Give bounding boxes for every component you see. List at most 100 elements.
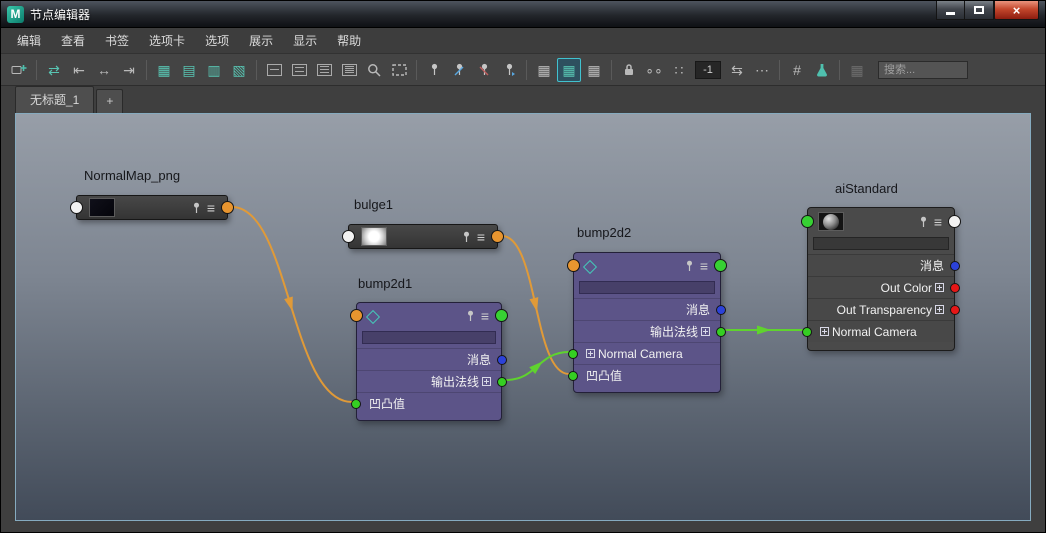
- expand-icon[interactable]: [701, 327, 710, 336]
- attr-row-bump-value[interactable]: 凹凸值: [351, 392, 501, 414]
- expand-icon[interactable]: [935, 283, 944, 292]
- pin-keep-icon[interactable]: [447, 58, 471, 82]
- normal-camera-plug[interactable]: [568, 348, 578, 359]
- minimize-button[interactable]: [936, 1, 965, 20]
- swatch-size-large-icon[interactable]: ▦: [582, 58, 606, 82]
- out-color-plug[interactable]: [950, 282, 960, 293]
- graph-add-icon[interactable]: ▤: [177, 58, 201, 82]
- attr-row-out-normal[interactable]: 输出法线: [574, 320, 726, 342]
- pin-icon[interactable]: [684, 260, 695, 272]
- input-socket[interactable]: [70, 201, 83, 214]
- swatch-size-small-icon[interactable]: ▦: [532, 58, 556, 82]
- connection-bump2d1-to-bump2d2[interactable]: [505, 351, 570, 381]
- input-socket[interactable]: [567, 259, 580, 272]
- pin-add-icon[interactable]: [422, 58, 446, 82]
- traversal-depth-field[interactable]: -1: [695, 60, 721, 79]
- node-graph-canvas[interactable]: NormalMap_png ≡ bulge1 ≡ bump2d1 ≡ 消息 输出…: [15, 113, 1031, 521]
- menu-view[interactable]: 查看: [51, 28, 95, 53]
- menu-bookmarks[interactable]: 书签: [95, 28, 139, 53]
- dots-row-icon[interactable]: ⋯: [750, 58, 774, 82]
- graph-rearrange-icon[interactable]: ▧: [227, 58, 251, 82]
- attr-row-out-color[interactable]: Out Color: [808, 276, 960, 298]
- node-header[interactable]: ≡: [801, 208, 961, 235]
- tab-untitled-1[interactable]: 无标题_1: [15, 86, 95, 113]
- node-header[interactable]: ≡: [567, 253, 727, 279]
- bump-value-plug[interactable]: [568, 370, 578, 381]
- input-output-connections-icon[interactable]: ↔: [92, 58, 116, 82]
- output-socket[interactable]: [491, 230, 504, 243]
- node-name-field[interactable]: [362, 331, 496, 344]
- swatch-size-medium-icon[interactable]: ▦: [557, 57, 581, 82]
- node-aistandard[interactable]: ≡ 消息 Out Color Out Transparency Normal C…: [801, 207, 961, 351]
- test-flask-icon[interactable]: [810, 58, 834, 82]
- attr-row-bump-value[interactable]: 凹凸值: [568, 364, 720, 386]
- pin-icon[interactable]: [465, 310, 476, 322]
- attr-row-message[interactable]: 消息: [808, 254, 960, 276]
- menu-icon[interactable]: ≡: [700, 259, 708, 273]
- display-full-mode-icon[interactable]: [312, 58, 336, 82]
- output-socket[interactable]: [948, 215, 961, 228]
- menu-icon[interactable]: ≡: [481, 309, 489, 323]
- menu-options[interactable]: 选项: [195, 28, 239, 53]
- display-connected-mode-icon[interactable]: [287, 58, 311, 82]
- add-tab-button[interactable]: +: [96, 89, 124, 113]
- search-input[interactable]: [878, 60, 968, 79]
- output-socket[interactable]: [221, 201, 234, 214]
- input-socket[interactable]: [342, 230, 355, 243]
- node-bump2d1[interactable]: ≡ 消息 输出法线 凹凸值: [350, 302, 508, 421]
- menu-help[interactable]: 帮助: [327, 28, 371, 53]
- normal-camera-plug[interactable]: [802, 326, 812, 337]
- node-header[interactable]: ≡: [350, 303, 508, 329]
- dots-pair-icon[interactable]: ∘∘: [642, 58, 666, 82]
- sync-selection-icon[interactable]: ⇄: [42, 58, 66, 82]
- grid-dots-icon[interactable]: ∷: [667, 58, 691, 82]
- input-socket[interactable]: [801, 215, 814, 228]
- node-name-field[interactable]: [579, 281, 715, 294]
- menu-tabs[interactable]: 选项卡: [139, 28, 195, 53]
- node-bulge1[interactable]: ≡: [342, 224, 504, 249]
- pin-icon[interactable]: [191, 202, 202, 214]
- menu-icon[interactable]: ≡: [477, 230, 485, 244]
- expand-icon[interactable]: [482, 377, 491, 386]
- attr-row-message[interactable]: 消息: [574, 298, 726, 320]
- message-plug[interactable]: [716, 304, 726, 315]
- menu-edit[interactable]: 编辑: [7, 28, 51, 53]
- display-custom-mode-icon[interactable]: [337, 58, 361, 82]
- connection-normalmap-to-bump2d1[interactable]: [231, 206, 353, 403]
- material-swatch[interactable]: [818, 212, 844, 231]
- create-node-icon[interactable]: [7, 58, 31, 82]
- zoom-icon[interactable]: [362, 58, 386, 82]
- input-socket[interactable]: [350, 309, 363, 322]
- graph-remove-icon[interactable]: ▥: [202, 58, 226, 82]
- out-normal-plug[interactable]: [716, 326, 726, 337]
- maximize-button[interactable]: [965, 1, 994, 20]
- texture-swatch[interactable]: [89, 198, 115, 217]
- input-connections-icon[interactable]: ⇤: [67, 58, 91, 82]
- graph-selected-icon[interactable]: ▦: [152, 58, 176, 82]
- hash-grid-icon[interactable]: #: [785, 58, 809, 82]
- node-name-field[interactable]: [813, 237, 949, 250]
- attr-row-out-normal[interactable]: 输出法线: [357, 370, 507, 392]
- pin-icon[interactable]: [461, 231, 472, 243]
- out-transparency-plug[interactable]: [950, 304, 960, 315]
- menu-show[interactable]: 展示: [239, 28, 283, 53]
- menu-icon[interactable]: ≡: [934, 215, 942, 229]
- pin-icon[interactable]: [918, 216, 929, 228]
- texture-swatch[interactable]: [361, 227, 387, 246]
- display-simple-mode-icon[interactable]: [262, 58, 286, 82]
- output-socket[interactable]: [714, 259, 727, 272]
- output-connections-icon[interactable]: ⇥: [117, 58, 141, 82]
- expand-icon[interactable]: [820, 327, 829, 336]
- pin-promote-icon[interactable]: [497, 58, 521, 82]
- attr-row-message[interactable]: 消息: [357, 348, 507, 370]
- frame-all-icon[interactable]: [387, 58, 411, 82]
- node-bump2d2[interactable]: ≡ 消息 输出法线 Normal Camera 凹凸值: [567, 252, 727, 393]
- message-plug[interactable]: [497, 354, 507, 365]
- step-arrows-icon[interactable]: ⇆: [725, 58, 749, 82]
- expand-icon[interactable]: [935, 305, 944, 314]
- close-button[interactable]: ×: [994, 1, 1039, 20]
- titlebar[interactable]: M 节点编辑器 ×: [1, 1, 1045, 28]
- attr-row-out-transparency[interactable]: Out Transparency: [808, 298, 960, 320]
- expand-icon[interactable]: [586, 349, 595, 358]
- menu-icon[interactable]: ≡: [207, 201, 215, 215]
